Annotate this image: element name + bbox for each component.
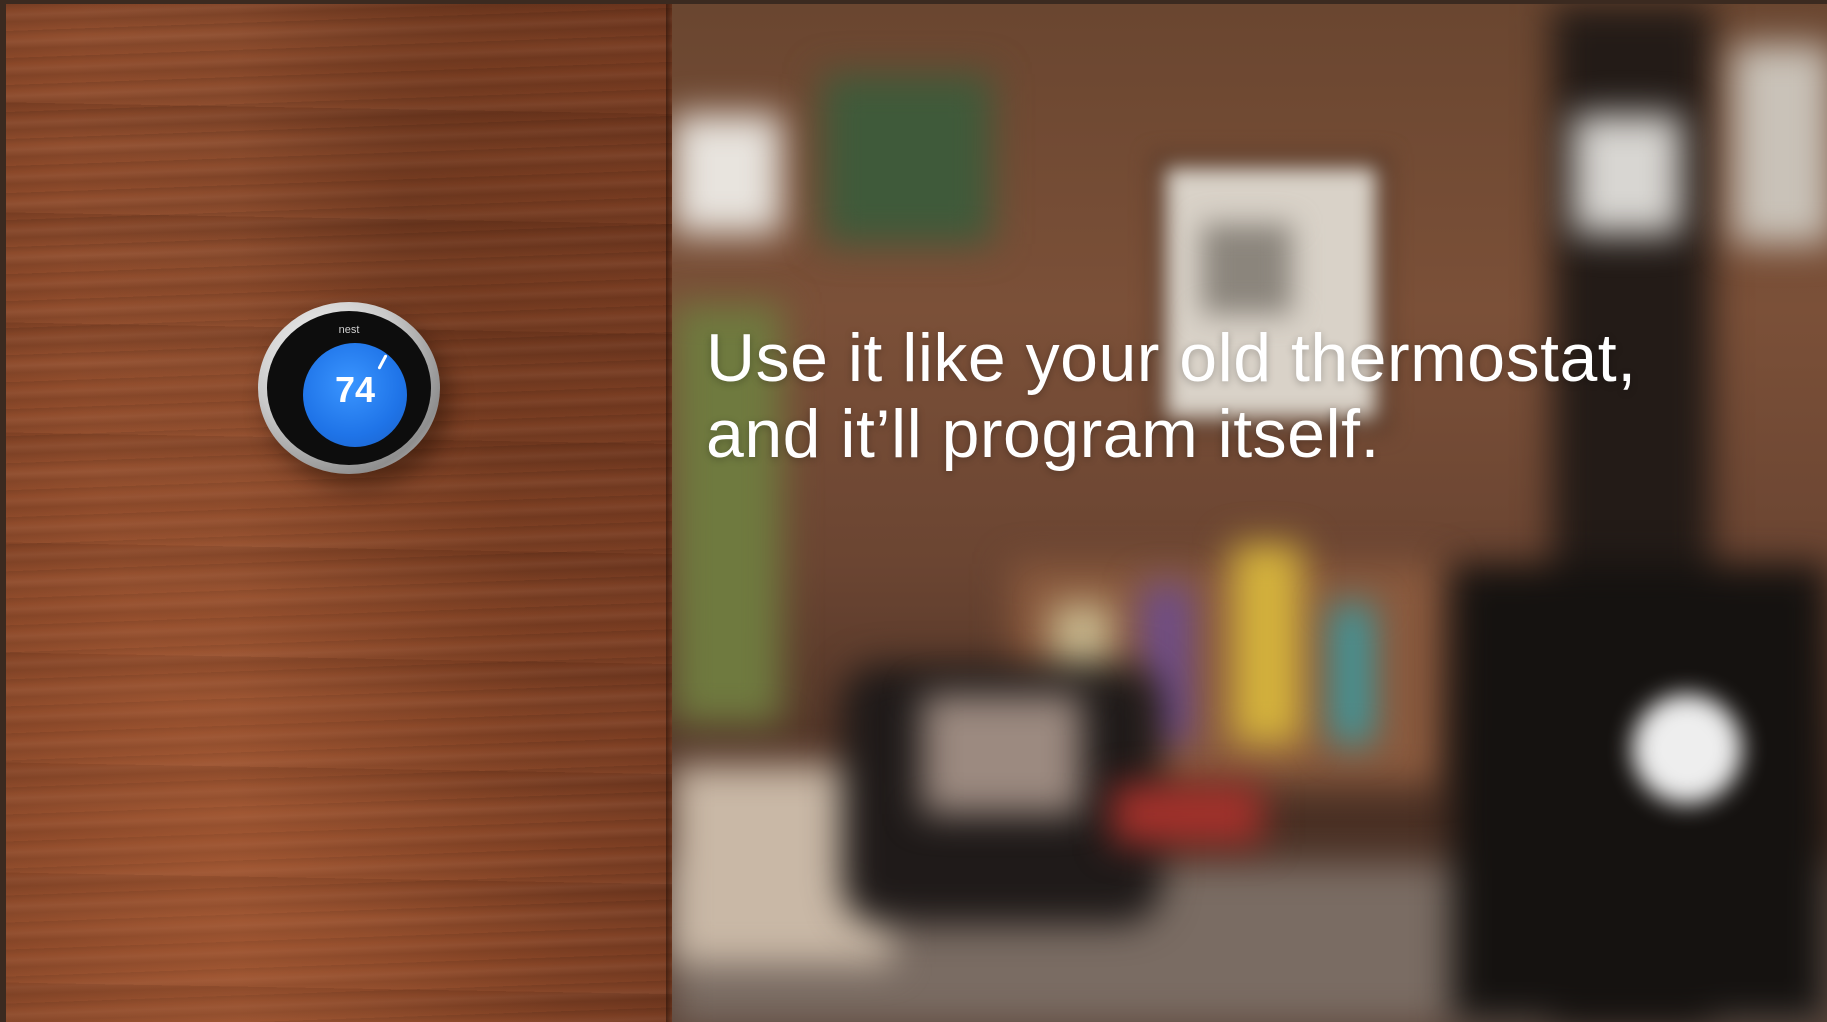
red-cushion bbox=[1112, 784, 1262, 844]
round-lamp bbox=[1632, 694, 1742, 804]
room-window-greenery bbox=[822, 74, 992, 244]
dark-furniture bbox=[1452, 564, 1827, 1022]
room-window bbox=[1732, 44, 1827, 244]
headline-line-2: and it’ll program itself. bbox=[706, 396, 1380, 472]
room-window bbox=[1572, 114, 1682, 234]
headline-caption: Use it like your old thermostat, and it’… bbox=[706, 320, 1806, 472]
nest-thermostat: nest 74 bbox=[258, 302, 440, 474]
wooden-wall bbox=[6, 4, 672, 1022]
blurred-living-room bbox=[672, 4, 1827, 1022]
video-frame: nest 74 Use it like your old thermostat,… bbox=[0, 0, 1827, 1022]
thermostat-temperature: 74 bbox=[334, 369, 376, 410]
thermostat-brand-label: nest bbox=[338, 324, 360, 336]
picture-artwork bbox=[1202, 224, 1292, 314]
chair-cushion bbox=[922, 694, 1082, 814]
books bbox=[1232, 544, 1302, 744]
books bbox=[1332, 604, 1372, 744]
thermostat-display: nest 74 bbox=[267, 311, 431, 465]
room-window bbox=[672, 114, 782, 234]
headline-line-1: Use it like your old thermostat, bbox=[706, 320, 1637, 396]
